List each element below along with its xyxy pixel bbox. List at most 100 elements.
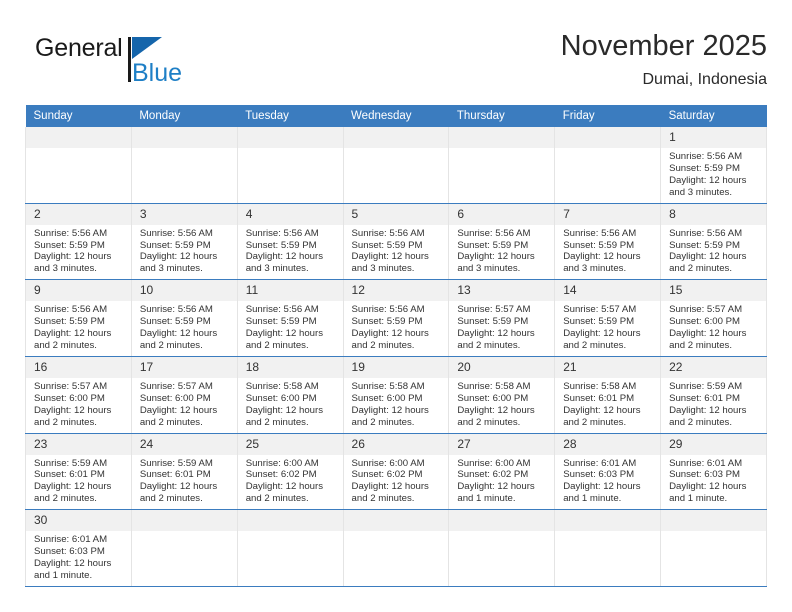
calendar-day-cell[interactable]: 22 Sunrise: 5:59 AM Sunset: 6:01 PM Dayligh…	[660, 356, 767, 434]
sunset-text: Sunset: 6:00 PM	[457, 392, 529, 404]
sunrise-text: Sunrise: 5:56 AM	[669, 227, 743, 239]
daylight-text: Daylight: 12 hours and 2 minutes.	[34, 481, 112, 505]
daylight-text: Daylight: 12 hours and 3 minutes.	[245, 251, 324, 275]
day-number	[343, 127, 449, 148]
day-number: 10	[131, 280, 237, 302]
weekday-header-thursday: Thursday	[448, 105, 555, 127]
calendar-day-cell[interactable]: 13 Sunrise: 5:57 AM Sunset: 5:59 PM Dayligh…	[448, 279, 556, 357]
sunrise-text: Sunrise: 5:57 AM	[457, 304, 531, 316]
weekday-header-wednesday: Wednesday	[343, 105, 449, 127]
day-details: Sunrise: 5:56 AM Sunset: 5:59 PM Daylight:…	[661, 148, 766, 203]
sunset-text: Sunset: 6:03 PM	[669, 469, 740, 481]
sunrise-text: Sunrise: 5:56 AM	[245, 304, 319, 316]
sunset-text: Sunset: 5:59 PM	[245, 316, 317, 328]
calendar-day-cell[interactable]: 19 Sunrise: 5:58 AM Sunset: 6:00 PM Dayligh…	[342, 356, 450, 434]
day-number: 5	[343, 203, 449, 225]
calendar-header-row: Sunday Monday Tuesday Wednesday Thursday Frid…	[25, 105, 767, 127]
day-number: 28	[555, 433, 661, 455]
sunset-text: Sunset: 6:00 PM	[245, 392, 317, 404]
calendar-empty-cell	[660, 509, 767, 587]
sunset-text: Sunset: 6:00 PM	[669, 316, 740, 328]
calendar-day-cell[interactable]: 27 Sunrise: 6:00 AM Sunset: 6:02 PM Dayligh…	[448, 433, 556, 511]
calendar-page: General Blue November 2025 Dumai, Indone…	[0, 0, 792, 612]
calendar-day-cell[interactable]: 17 Sunrise: 5:57 AM Sunset: 6:00 PM Dayligh…	[130, 356, 238, 434]
daylight-text: Daylight: 12 hours and 3 minutes.	[457, 251, 535, 275]
sunset-text: Sunset: 6:01 PM	[34, 469, 105, 481]
calendar-week-row: 9 Sunrise: 5:56 AM Sunset: 5:59 PM Daylight…	[25, 279, 767, 357]
daylight-text: Daylight: 12 hours and 2 minutes.	[669, 251, 747, 275]
sunrise-text: Sunrise: 6:01 AM	[563, 457, 637, 469]
page-header: General Blue November 2025 Dumai, Indone…	[25, 28, 767, 102]
daylight-text: Daylight: 12 hours and 2 minutes.	[563, 404, 641, 428]
calendar-day-cell[interactable]: 24 Sunrise: 5:59 AM Sunset: 6:01 PM Dayligh…	[130, 433, 238, 511]
calendar-day-cell[interactable]: 28 Sunrise: 6:01 AM Sunset: 6:03 PM Dayligh…	[554, 433, 662, 511]
daylight-text: Daylight: 12 hours and 2 minutes.	[351, 481, 429, 505]
calendar-day-cell[interactable]: 23 Sunrise: 5:59 AM Sunset: 6:01 PM Dayligh…	[25, 433, 132, 511]
calendar-empty-cell	[448, 127, 556, 204]
sunrise-text: Sunrise: 6:01 AM	[34, 534, 108, 546]
day-number: 12	[343, 280, 449, 302]
calendar-day-cell[interactable]: 5 Sunrise: 5:56 AM Sunset: 5:59 PM Daylight…	[342, 203, 450, 281]
day-details: Sunrise: 5:56 AM Sunset: 5:59 PM Daylight:…	[132, 301, 237, 356]
sunset-text: Sunset: 6:00 PM	[139, 392, 211, 404]
page-subtitle: Dumai, Indonesia	[642, 71, 767, 88]
calendar-day-cell[interactable]: 6 Sunrise: 5:56 AM Sunset: 5:59 PM Daylight…	[448, 203, 556, 281]
calendar-day-cell[interactable]: 30 Sunrise: 6:01 AM Sunset: 6:03 PM Dayligh…	[25, 509, 132, 587]
day-number: 3	[131, 203, 237, 225]
calendar-day-cell[interactable]: 3 Sunrise: 5:56 AM Sunset: 5:59 PM Daylight…	[130, 203, 238, 281]
day-number: 16	[26, 356, 131, 378]
day-details: Sunrise: 6:01 AM Sunset: 6:03 PM Daylight:…	[555, 455, 660, 510]
calendar-day-cell[interactable]: 16 Sunrise: 5:57 AM Sunset: 6:00 PM Dayligh…	[25, 356, 132, 434]
calendar-day-cell[interactable]: 8 Sunrise: 5:56 AM Sunset: 5:59 PM Daylight…	[660, 203, 767, 281]
sunset-text: Sunset: 5:59 PM	[139, 316, 211, 328]
calendar-day-cell[interactable]: 26 Sunrise: 6:00 AM Sunset: 6:02 PM Dayligh…	[342, 433, 450, 511]
sunrise-text: Sunrise: 5:59 AM	[139, 457, 213, 469]
calendar-day-cell[interactable]: 11 Sunrise: 5:56 AM Sunset: 5:59 PM Dayligh…	[236, 279, 344, 357]
daylight-text: Daylight: 12 hours and 3 minutes.	[34, 251, 112, 275]
calendar-day-cell[interactable]: 1 Sunrise: 5:56 AM Sunset: 5:59 PM Daylight…	[660, 127, 767, 204]
calendar-day-cell[interactable]: 14 Sunrise: 5:57 AM Sunset: 5:59 PM Dayligh…	[554, 279, 662, 357]
day-details: Sunrise: 6:00 AM Sunset: 6:02 PM Daylight:…	[238, 455, 343, 510]
sunset-text: Sunset: 5:59 PM	[351, 316, 423, 328]
calendar-day-cell[interactable]: 18 Sunrise: 5:58 AM Sunset: 6:00 PM Dayligh…	[236, 356, 344, 434]
day-number	[661, 510, 766, 532]
day-details: Sunrise: 5:58 AM Sunset: 6:00 PM Daylight:…	[238, 378, 343, 433]
page-title: November 2025	[560, 30, 767, 62]
calendar-day-cell[interactable]: 9 Sunrise: 5:56 AM Sunset: 5:59 PM Daylight…	[25, 279, 132, 357]
calendar-day-cell[interactable]: 15 Sunrise: 5:57 AM Sunset: 6:00 PM Dayligh…	[660, 279, 767, 357]
daylight-text: Daylight: 12 hours and 2 minutes.	[457, 404, 535, 428]
day-details: Sunrise: 5:56 AM Sunset: 5:59 PM Daylight:…	[344, 301, 449, 356]
calendar-day-cell[interactable]: 25 Sunrise: 6:00 AM Sunset: 6:02 PM Dayligh…	[236, 433, 344, 511]
calendar-grid: Sunday Monday Tuesday Wednesday Thursday Frid…	[25, 105, 767, 587]
sunrise-text: Sunrise: 6:00 AM	[245, 457, 319, 469]
calendar-week-row: 16 Sunrise: 5:57 AM Sunset: 6:00 PM Dayligh…	[25, 356, 767, 434]
general-blue-logo[interactable]: General Blue	[35, 32, 235, 94]
daylight-text: Daylight: 12 hours and 1 minute.	[457, 481, 535, 505]
daylight-text: Daylight: 12 hours and 2 minutes.	[34, 404, 112, 428]
calendar-day-cell[interactable]: 7 Sunrise: 5:56 AM Sunset: 5:59 PM Daylight…	[554, 203, 662, 281]
calendar-day-cell[interactable]: 2 Sunrise: 5:56 AM Sunset: 5:59 PM Daylight…	[25, 203, 132, 281]
day-number: 13	[449, 280, 555, 302]
calendar-day-cell[interactable]: 29 Sunrise: 6:01 AM Sunset: 6:03 PM Dayligh…	[660, 433, 767, 511]
daylight-text: Daylight: 12 hours and 2 minutes.	[34, 328, 112, 351]
calendar-week-row: 1 Sunrise: 5:56 AM Sunset: 5:59 PM Daylight…	[25, 127, 767, 204]
sunset-text: Sunset: 6:00 PM	[351, 392, 423, 404]
day-number: 14	[555, 280, 661, 302]
title-block: November 2025 Dumai, Indonesia	[561, 28, 767, 92]
day-details: Sunrise: 5:57 AM Sunset: 6:00 PM Daylight:…	[661, 301, 766, 356]
sunset-text: Sunset: 5:59 PM	[563, 239, 635, 251]
day-number	[555, 510, 661, 532]
day-number	[449, 127, 555, 148]
calendar-day-cell[interactable]: 21 Sunrise: 5:58 AM Sunset: 6:01 PM Dayligh…	[554, 356, 662, 434]
day-number: 25	[237, 433, 343, 455]
daylight-text: Daylight: 12 hours and 1 minute.	[669, 481, 747, 505]
daylight-text: Daylight: 12 hours and 2 minutes.	[139, 481, 218, 505]
calendar-day-cell[interactable]: 12 Sunrise: 5:56 AM Sunset: 5:59 PM Dayligh…	[342, 279, 450, 357]
calendar-day-cell[interactable]: 4 Sunrise: 5:56 AM Sunset: 5:59 PM Daylight…	[236, 203, 344, 281]
calendar-day-cell[interactable]: 10 Sunrise: 5:56 AM Sunset: 5:59 PM Dayligh…	[130, 279, 238, 357]
calendar-day-cell[interactable]: 20 Sunrise: 5:58 AM Sunset: 6:00 PM Dayligh…	[448, 356, 556, 434]
day-details: Sunrise: 5:59 AM Sunset: 6:01 PM Daylight:…	[661, 378, 766, 433]
calendar-empty-cell	[130, 127, 238, 204]
sunset-text: Sunset: 6:02 PM	[245, 469, 317, 481]
day-number: 15	[661, 280, 766, 302]
